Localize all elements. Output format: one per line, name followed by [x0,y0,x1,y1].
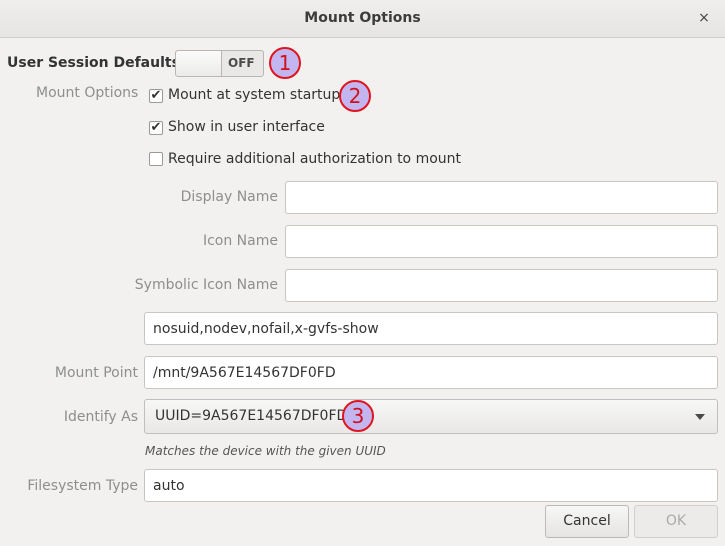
mount-options-input[interactable] [144,312,718,345]
display-name-label: Display Name [180,189,278,205]
show-in-ui-checkbox[interactable]: ✔ [149,121,163,135]
check-icon: ✔ [150,120,162,135]
symbolic-icon-name-input[interactable] [285,269,718,302]
mount-at-startup-label[interactable]: Mount at system startup [168,87,340,103]
filesystem-type-input[interactable] [144,469,718,502]
show-in-ui-label[interactable]: Show in user interface [168,119,325,135]
ok-button[interactable]: OK [634,505,718,538]
require-auth-label[interactable]: Require additional authorization to moun… [168,151,461,167]
identify-as-value: UUID=9A567E14567DF0FD [155,408,348,424]
switch-knob[interactable] [176,51,222,76]
mount-point-input[interactable] [144,356,718,389]
symbolic-icon-name-label: Symbolic Icon Name [134,277,278,293]
identify-as-label: Identify As [63,409,138,425]
display-name-input[interactable] [285,181,718,214]
identify-as-dropdown[interactable]: UUID=9A567E14567DF0FD [144,399,718,434]
dialog-content: User Session Defaults OFF Mount Options … [0,37,725,546]
annotation-badge-3: 3 [342,400,374,432]
window-title: Mount Options [304,10,421,26]
check-icon: ✔ [150,88,162,103]
cancel-button[interactable]: Cancel [545,505,629,538]
icon-name-label: Icon Name [202,233,278,249]
mount-point-label: Mount Point [54,365,138,381]
filesystem-type-label: Filesystem Type [27,478,138,494]
identify-as-hint: Matches the device with the given UUID [145,444,386,458]
icon-name-input[interactable] [285,225,718,258]
user-session-defaults-label: User Session Defaults [7,55,180,71]
require-auth-checkbox[interactable] [149,152,163,166]
chevron-down-icon [695,414,705,420]
title-bar: Mount Options × [0,0,725,38]
close-icon[interactable]: × [695,9,713,27]
user-session-defaults-switch[interactable]: OFF [175,50,264,77]
switch-state-label: OFF [228,56,255,70]
annotation-badge-2: 2 [339,80,371,112]
mount-options-label: Mount Options [36,85,139,101]
annotation-badge-1: 1 [269,47,301,79]
mount-at-startup-checkbox[interactable]: ✔ [149,89,163,103]
